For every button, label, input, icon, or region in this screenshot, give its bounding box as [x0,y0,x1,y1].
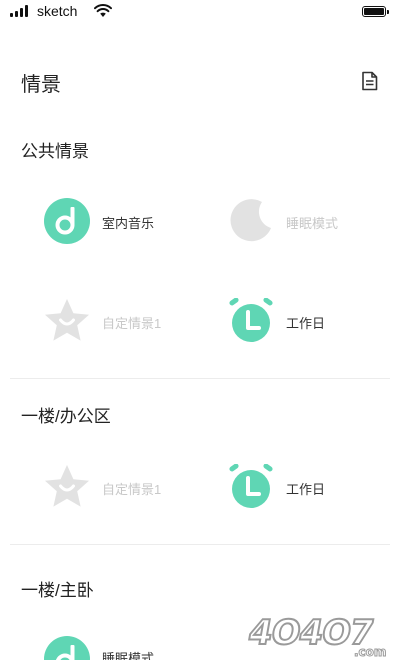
moon-icon [230,199,271,242]
scene-sleep-mode[interactable]: 睡眠模式 [228,198,388,248]
alarm-clock-icon [229,298,273,342]
section-title-public: 公共情景 [21,142,89,161]
scene-label: 工作日 [286,482,326,497]
music-note-icon [44,636,90,660]
scene-label: 自定情景1 [102,482,162,497]
alarm-clock-icon [229,464,273,508]
scene-label: 室内音乐 [102,216,155,231]
scene-custom-1[interactable]: 自定情景1 [44,298,204,348]
divider [10,378,390,379]
svg-text:.com: .com [354,645,386,659]
scene-label: 工作日 [286,316,326,331]
scene-workday[interactable]: 工作日 [228,298,388,348]
scene-label: 睡眠模式 [102,651,155,660]
scene-sleep-mode[interactable]: 睡眠模式 [44,636,204,660]
star-icon [45,299,89,341]
carrier-name: sketch [37,3,78,19]
scene-custom-1[interactable]: 自定情景1 [44,464,204,514]
status-bar: sketch [0,0,400,24]
watermark-logo: 4O4O7 .com [244,612,387,659]
scene-label: 睡眠模式 [286,216,339,231]
scene-workday[interactable]: 工作日 [228,464,388,514]
scene-indoor-music[interactable]: 室内音乐 [44,198,204,248]
star-icon [45,465,89,507]
document-icon[interactable] [361,71,378,91]
music-note-icon [44,198,90,244]
signal-strength-icon [10,5,32,17]
section-title-office: 一楼/办公区 [21,407,111,426]
battery-icon [362,6,389,17]
page-title: 情景 [21,74,61,96]
section-title-master-bedroom: 一楼/主卧 [21,581,94,600]
wifi-icon [94,4,112,17]
scene-label: 自定情景1 [102,316,162,331]
divider [10,544,390,545]
